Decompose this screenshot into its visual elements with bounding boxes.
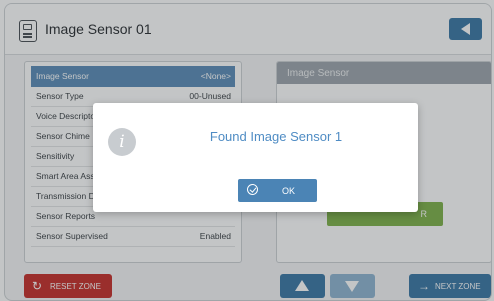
ok-label: OK bbox=[282, 186, 296, 196]
dialog-message: Found Image Sensor 1 bbox=[209, 129, 343, 144]
check-circle-icon bbox=[247, 184, 258, 195]
ok-button[interactable]: OK bbox=[238, 179, 317, 202]
found-sensor-dialog: i Found Image Sensor 1 OK bbox=[93, 103, 418, 212]
